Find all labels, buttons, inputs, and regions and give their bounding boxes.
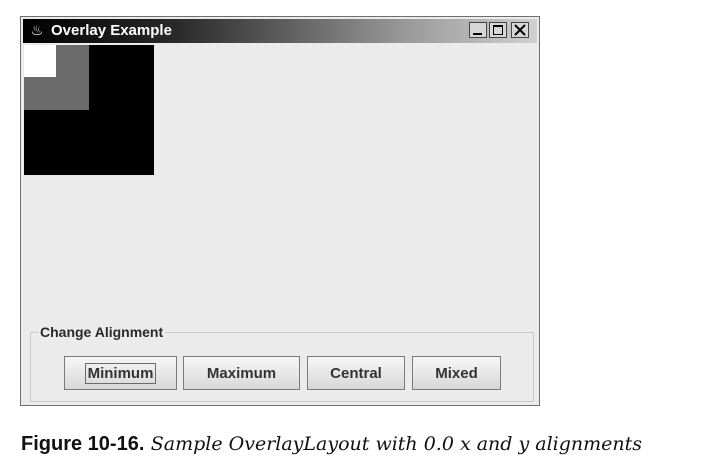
- central-button[interactable]: Central: [307, 356, 405, 390]
- close-icon: [514, 24, 526, 36]
- content-pane: Change Alignment Minimum Maximum Central…: [24, 45, 536, 402]
- title-bar[interactable]: ♨ Overlay Example: [23, 19, 537, 43]
- close-button[interactable]: [511, 22, 529, 38]
- minimize-icon: [473, 33, 482, 35]
- central-button-label: Central: [330, 364, 382, 382]
- white-square: [24, 45, 56, 77]
- change-alignment-group: Change Alignment Minimum Maximum Central…: [30, 324, 534, 402]
- maximum-button-label: Maximum: [206, 364, 277, 382]
- minimize-button[interactable]: [469, 22, 487, 38]
- maximize-icon: [493, 25, 503, 35]
- mixed-button[interactable]: Mixed: [412, 356, 501, 390]
- maximum-button[interactable]: Maximum: [183, 356, 300, 390]
- mixed-button-label: Mixed: [435, 364, 478, 382]
- maximize-button[interactable]: [489, 22, 507, 38]
- minimum-button[interactable]: Minimum: [64, 356, 177, 390]
- figure-label: Figure 10-16.: [21, 433, 145, 455]
- group-title: Change Alignment: [38, 324, 166, 340]
- figure-text: Sample OverlayLayout with 0.0 x and y al…: [150, 433, 643, 455]
- java-cup-icon[interactable]: ♨: [29, 22, 45, 40]
- overlay-example-window: ♨ Overlay Example Change Alignment Minim…: [20, 16, 540, 406]
- figure-caption: Figure 10-16. Sample OverlayLayout with …: [21, 430, 642, 457]
- minimum-button-label: Minimum: [84, 362, 157, 384]
- window-title: Overlay Example: [51, 22, 172, 39]
